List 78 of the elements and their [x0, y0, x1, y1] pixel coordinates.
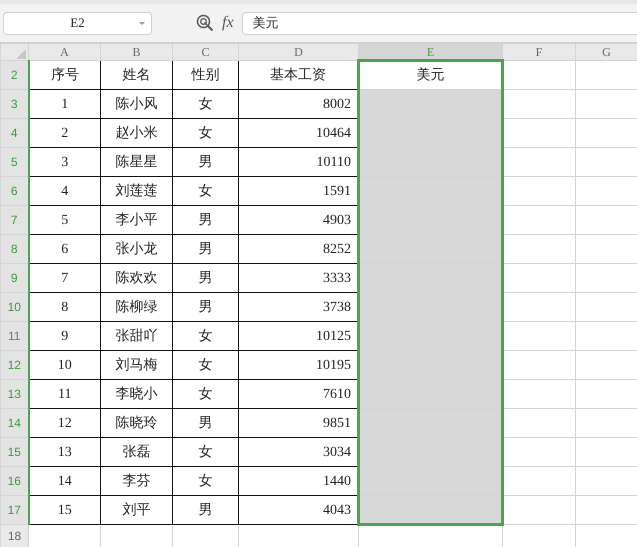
- table-cell: 6: [28, 234, 100, 264]
- row-header[interactable]: 12: [0, 350, 28, 380]
- function-label[interactable]: fx: [222, 11, 234, 35]
- table-cell: 1: [28, 90, 100, 118]
- row-header[interactable]: 3: [0, 90, 28, 118]
- table-cell: 13: [28, 438, 100, 466]
- table-cell: 12: [28, 408, 100, 438]
- row-header[interactable]: 8: [0, 234, 28, 264]
- row-header[interactable]: 10: [0, 292, 28, 322]
- row-header[interactable]: 16: [0, 466, 28, 496]
- table-cell: 15: [28, 496, 100, 524]
- table-cell: 9: [28, 322, 100, 350]
- table-cell: 8: [28, 292, 100, 322]
- row-header[interactable]: 6: [0, 176, 28, 206]
- row-header[interactable]: 13: [0, 380, 28, 408]
- table-cell: 男: [172, 496, 238, 524]
- table-cell: 男: [172, 408, 238, 438]
- column-header[interactable]: E: [358, 44, 502, 60]
- table-cell: 李芬: [100, 466, 172, 496]
- table-cell: 男: [172, 234, 238, 264]
- formula-field[interactable]: 美元: [242, 12, 637, 34]
- table-cell: 陈晓玲: [100, 408, 172, 438]
- table-cell: 14: [28, 466, 100, 496]
- table-cell: 女: [172, 90, 238, 118]
- row-header[interactable]: 5: [0, 148, 28, 176]
- table-cell: 4: [28, 176, 100, 206]
- table-cell: 女: [172, 322, 238, 350]
- table-cell: 男: [172, 292, 238, 322]
- table-cell: 2: [28, 118, 100, 148]
- table-cell: 张小龙: [100, 234, 172, 264]
- row-header[interactable]: 11: [0, 322, 28, 350]
- column-header[interactable]: F: [502, 44, 576, 60]
- column-header[interactable]: C: [172, 44, 238, 60]
- column-header[interactable]: D: [238, 44, 358, 60]
- table-cell: 刘莲莲: [100, 176, 172, 206]
- table-cell: 刘平: [100, 496, 172, 524]
- column-header[interactable]: A: [28, 44, 100, 60]
- table-cell: 李晓小: [100, 380, 172, 408]
- row-header[interactable]: 9: [0, 264, 28, 292]
- column-header[interactable]: G: [576, 44, 637, 60]
- table-cell: 女: [172, 380, 238, 408]
- table-cell: 陈欢欢: [100, 264, 172, 292]
- table-cell: 7: [28, 264, 100, 292]
- table-cell: 张甜吖: [100, 322, 172, 350]
- table-cell: 女: [172, 176, 238, 206]
- row-header[interactable]: 18: [0, 524, 28, 547]
- table-cell: 美元: [358, 60, 502, 90]
- table-cell: 3: [28, 148, 100, 176]
- table-cell: 序号: [28, 60, 100, 90]
- table-cell: 10: [28, 350, 100, 380]
- table-cell: 张磊: [100, 438, 172, 466]
- table-cell: 赵小米: [100, 118, 172, 148]
- table-cell: 陈星星: [100, 148, 172, 176]
- table-cell: 性别: [172, 60, 238, 90]
- table-cell: 陈小风: [100, 90, 172, 118]
- table-cell: 女: [172, 438, 238, 466]
- table-cell: 女: [172, 350, 238, 380]
- table-cell: 刘马梅: [100, 350, 172, 380]
- table-cell: 5: [28, 206, 100, 234]
- zoom-icon[interactable]: [196, 14, 214, 32]
- column-header[interactable]: B: [100, 44, 172, 60]
- table-cell: 女: [172, 466, 238, 496]
- row-header[interactable]: 17: [0, 496, 28, 524]
- row-header[interactable]: 7: [0, 206, 28, 234]
- table-cell: 女: [172, 118, 238, 148]
- table-cell: 11: [28, 380, 100, 408]
- row-header[interactable]: 4: [0, 118, 28, 148]
- name-box[interactable]: E2: [3, 12, 152, 34]
- row-header[interactable]: 2: [0, 60, 28, 90]
- caret-icon[interactable]: [139, 22, 145, 24]
- row-header[interactable]: 15: [0, 438, 28, 466]
- table-cell: 男: [172, 206, 238, 234]
- table-cell: 男: [172, 264, 238, 292]
- table-cell: 李小平: [100, 206, 172, 234]
- row-header[interactable]: 14: [0, 408, 28, 438]
- table-cell: 陈柳绿: [100, 292, 172, 322]
- table-cell: 男: [172, 148, 238, 176]
- table-cell: 姓名: [100, 60, 172, 90]
